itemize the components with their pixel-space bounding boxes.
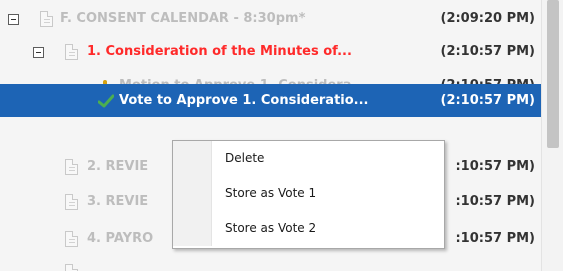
tree-row-time: :10:57 PM) — [455, 159, 535, 174]
scrollbar-thumb[interactable] — [547, 0, 559, 148]
tree-row-time: (2:10:57 PM) — [440, 93, 536, 108]
tree-row-label: 1. Consideration of the Minutes of... — [87, 44, 352, 59]
tree-row-time: :10:57 PM) — [455, 194, 535, 209]
menu-item-label: Store as Vote 1 — [225, 186, 317, 200]
document-icon — [65, 159, 78, 175]
menu-item-delete[interactable]: Delete — [173, 141, 442, 176]
document-icon — [65, 231, 78, 247]
document-icon — [40, 11, 53, 27]
collapse-icon[interactable] — [8, 14, 19, 25]
context-menu: Delete Store as Vote 1 Store as Vote 2 — [172, 140, 445, 249]
tree-row-label: Vote to Approve 1. Consideratio... — [119, 93, 369, 108]
document-icon — [65, 264, 78, 271]
tree-row-time: (2:09:20 PM) — [440, 11, 536, 26]
document-icon — [65, 44, 78, 60]
tree-row-label: F. CONSENT CALENDAR - 8:30pm* — [60, 11, 306, 26]
tree-row-time: (2:10:57 PM) — [440, 44, 536, 59]
tree-row-time: :10:57 PM) — [455, 231, 535, 246]
tree-row-vote-to-approve[interactable]: Vote to Approve 1. Consideratio... (2:10… — [0, 84, 541, 117]
checkmark-icon — [98, 94, 114, 108]
vertical-scrollbar[interactable] — [541, 0, 563, 271]
tree-row-consideration-minutes[interactable]: 1. Consideration of the Minutes of... (2… — [0, 35, 541, 69]
menu-item-label: Store as Vote 2 — [225, 221, 317, 235]
menu-item-store-as-vote-1[interactable]: Store as Vote 1 — [173, 176, 442, 211]
document-icon — [65, 194, 78, 210]
menu-item-label: Delete — [225, 151, 265, 165]
tree-row-partial — [0, 258, 541, 271]
menu-item-store-as-vote-2[interactable]: Store as Vote 2 — [173, 211, 442, 246]
tree-row-consent-calendar[interactable]: F. CONSENT CALENDAR - 8:30pm* (2:09:20 P… — [0, 2, 541, 36]
collapse-icon[interactable] — [33, 47, 44, 58]
